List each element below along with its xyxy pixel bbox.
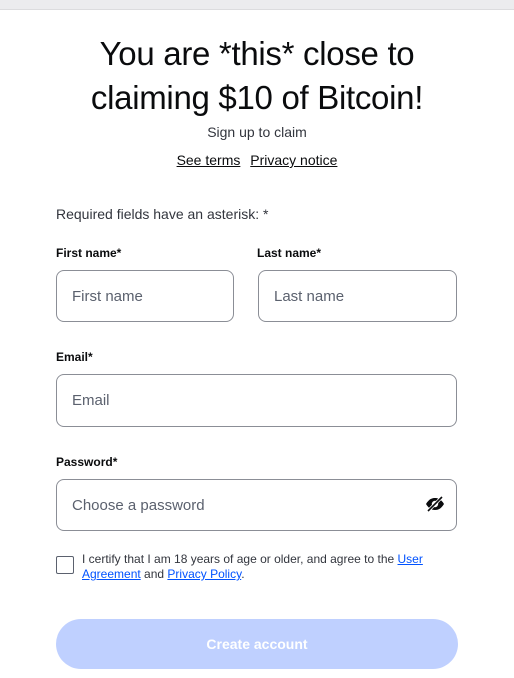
title-line-2: claiming $10 of Bitcoin! bbox=[90, 79, 424, 116]
age-certify-checkbox[interactable] bbox=[56, 556, 74, 574]
privacy-notice-link[interactable]: Privacy notice bbox=[250, 152, 337, 168]
email-label: Email* bbox=[56, 350, 93, 364]
last-name-input[interactable] bbox=[258, 270, 457, 322]
first-name-label: First name* bbox=[56, 246, 122, 260]
eye-slash-icon[interactable] bbox=[424, 495, 446, 513]
email-input[interactable] bbox=[56, 374, 457, 427]
certify-text-after: . bbox=[241, 567, 245, 581]
browser-top-strip bbox=[0, 0, 514, 10]
terms-links: See terms Privacy notice bbox=[0, 152, 514, 168]
page-title: You are *this* close to claiming $10 of … bbox=[0, 32, 514, 120]
last-name-label: Last name* bbox=[257, 246, 322, 260]
subtitle: Sign up to claim bbox=[207, 124, 307, 140]
password-input[interactable] bbox=[56, 479, 457, 531]
create-account-button[interactable]: Create account bbox=[56, 619, 458, 669]
required-fields-note: Required fields have an asterisk: * bbox=[56, 206, 269, 222]
certify-text-middle: and bbox=[140, 567, 168, 581]
title-line-1: You are *this* close to bbox=[99, 35, 415, 72]
privacy-policy-link[interactable]: Privacy Policy bbox=[167, 567, 241, 581]
certify-text: I certify that I am 18 years of age or o… bbox=[82, 552, 462, 582]
first-name-input[interactable] bbox=[56, 270, 234, 322]
password-label: Password* bbox=[56, 455, 118, 469]
see-terms-link[interactable]: See terms bbox=[177, 152, 241, 168]
certify-text-before: I certify that I am 18 years of age or o… bbox=[82, 552, 398, 566]
